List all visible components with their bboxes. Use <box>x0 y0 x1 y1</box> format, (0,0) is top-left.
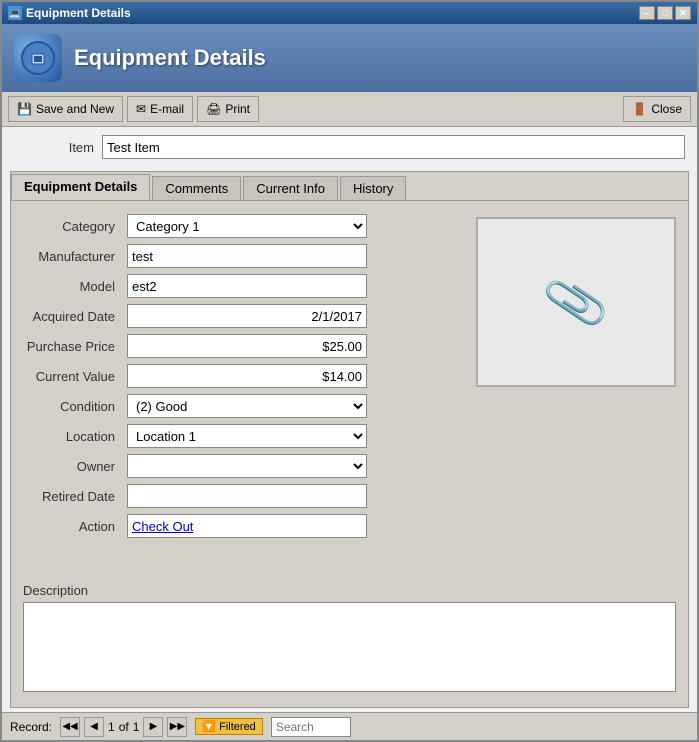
filtered-label: Filtered <box>219 721 256 733</box>
title-bar-controls: – □ ✕ <box>639 6 691 20</box>
action-label: Action <box>23 519 123 534</box>
header-icon <box>14 34 62 82</box>
title-bar-left: 💻 Equipment Details <box>8 6 131 20</box>
current-value-label: Current Value <box>23 369 123 384</box>
category-label: Category <box>23 219 123 234</box>
purchase-price-label: Purchase Price <box>23 339 123 354</box>
purchase-price-row: Purchase Price <box>23 333 464 359</box>
email-label: E-mail <box>150 102 184 116</box>
record-info: ◀◀ ◀ 1 of 1 ▶ ▶▶ <box>60 717 187 737</box>
manufacturer-label: Manufacturer <box>23 249 123 264</box>
condition-label: Condition <box>23 399 123 414</box>
condition-row: Condition (2) Good <box>23 393 464 419</box>
item-field-row: Item <box>2 127 697 167</box>
purchase-price-input[interactable] <box>127 334 367 358</box>
print-icon: 🖨 <box>206 102 221 116</box>
retired-date-input[interactable] <box>127 484 367 508</box>
close-icon: 🚪 <box>632 102 647 116</box>
acquired-date-label: Acquired Date <box>23 309 123 324</box>
record-total: 1 <box>133 720 140 734</box>
tabs-container: Equipment Details Comments Current Info … <box>10 171 689 708</box>
tab-comments[interactable]: Comments <box>152 176 241 200</box>
close-window-button[interactable]: ✕ <box>675 6 691 20</box>
current-value-input[interactable] <box>127 364 367 388</box>
last-record-button[interactable]: ▶▶ <box>167 717 187 737</box>
filter-icon: 🔽 <box>202 720 216 733</box>
restore-button[interactable]: □ <box>657 6 673 20</box>
print-label: Print <box>225 102 250 116</box>
checkout-link-text: Check Out <box>132 519 193 534</box>
title-bar: 💻 Equipment Details – □ ✕ <box>2 2 697 24</box>
save-new-button[interactable]: 💾 Save and New <box>8 96 123 122</box>
main-window: 💻 Equipment Details – □ ✕ Equipment Deta… <box>0 0 699 742</box>
current-value-row: Current Value <box>23 363 464 389</box>
category-row: Category Category 1 <box>23 213 464 239</box>
email-button[interactable]: ✉ E-mail <box>127 96 193 122</box>
model-label: Model <box>23 279 123 294</box>
window-title: Equipment Details <box>26 6 131 20</box>
paperclip-icon: 📎 <box>540 267 612 338</box>
tab-equipment-details[interactable]: Equipment Details <box>11 174 150 200</box>
checkout-link[interactable]: Check Out <box>127 514 367 538</box>
description-textarea[interactable] <box>23 602 676 692</box>
image-box: 📎 <box>476 217 676 387</box>
item-input[interactable] <box>102 135 685 159</box>
item-label: Item <box>14 140 94 155</box>
search-input[interactable] <box>271 717 351 737</box>
record-current: 1 <box>108 720 115 734</box>
location-select[interactable]: Location 1 <box>127 424 367 448</box>
description-section: Description <box>11 583 688 707</box>
retired-date-row: Retired Date <box>23 483 464 509</box>
prev-record-button[interactable]: ◀ <box>84 717 104 737</box>
close-button[interactable]: 🚪 Close <box>623 96 691 122</box>
email-icon: ✉ <box>136 102 146 116</box>
owner-row: Owner <box>23 453 464 479</box>
owner-label: Owner <box>23 459 123 474</box>
category-select[interactable]: Category 1 <box>127 214 367 238</box>
manufacturer-row: Manufacturer <box>23 243 464 269</box>
tabs-header: Equipment Details Comments Current Info … <box>11 172 688 201</box>
save-new-label: Save and New <box>36 102 114 116</box>
header-title: Equipment Details <box>74 45 266 71</box>
owner-select[interactable] <box>127 454 367 478</box>
model-input[interactable] <box>127 274 367 298</box>
record-label: Record: <box>10 720 52 734</box>
close-label: Close <box>651 102 682 116</box>
location-label: Location <box>23 429 123 444</box>
retired-date-label: Retired Date <box>23 489 123 504</box>
description-label: Description <box>23 583 676 598</box>
model-row: Model <box>23 273 464 299</box>
minimize-button[interactable]: – <box>639 6 655 20</box>
action-row: Action Check Out <box>23 513 464 539</box>
window-icon: 💻 <box>8 6 22 20</box>
first-record-button[interactable]: ◀◀ <box>60 717 80 737</box>
tab-history[interactable]: History <box>340 176 406 200</box>
filtered-badge: 🔽 Filtered <box>195 718 262 735</box>
next-record-button[interactable]: ▶ <box>143 717 163 737</box>
header-bar: Equipment Details <box>2 24 697 92</box>
acquired-date-row: Acquired Date <box>23 303 464 329</box>
tab-content: Category Category 1 Manufacturer Model <box>11 201 688 583</box>
condition-select[interactable]: (2) Good <box>127 394 367 418</box>
toolbar: 💾 Save and New ✉ E-mail 🖨 Print 🚪 Close <box>2 92 697 127</box>
save-icon: 💾 <box>17 102 32 116</box>
record-of: of <box>119 720 129 734</box>
tab-current-info[interactable]: Current Info <box>243 176 338 200</box>
status-bar: Record: ◀◀ ◀ 1 of 1 ▶ ▶▶ 🔽 Filtered <box>2 712 697 740</box>
location-row: Location Location 1 <box>23 423 464 449</box>
fields-column: Category Category 1 Manufacturer Model <box>23 213 464 571</box>
manufacturer-input[interactable] <box>127 244 367 268</box>
print-button[interactable]: 🖨 Print <box>197 96 259 122</box>
acquired-date-input[interactable] <box>127 304 367 328</box>
